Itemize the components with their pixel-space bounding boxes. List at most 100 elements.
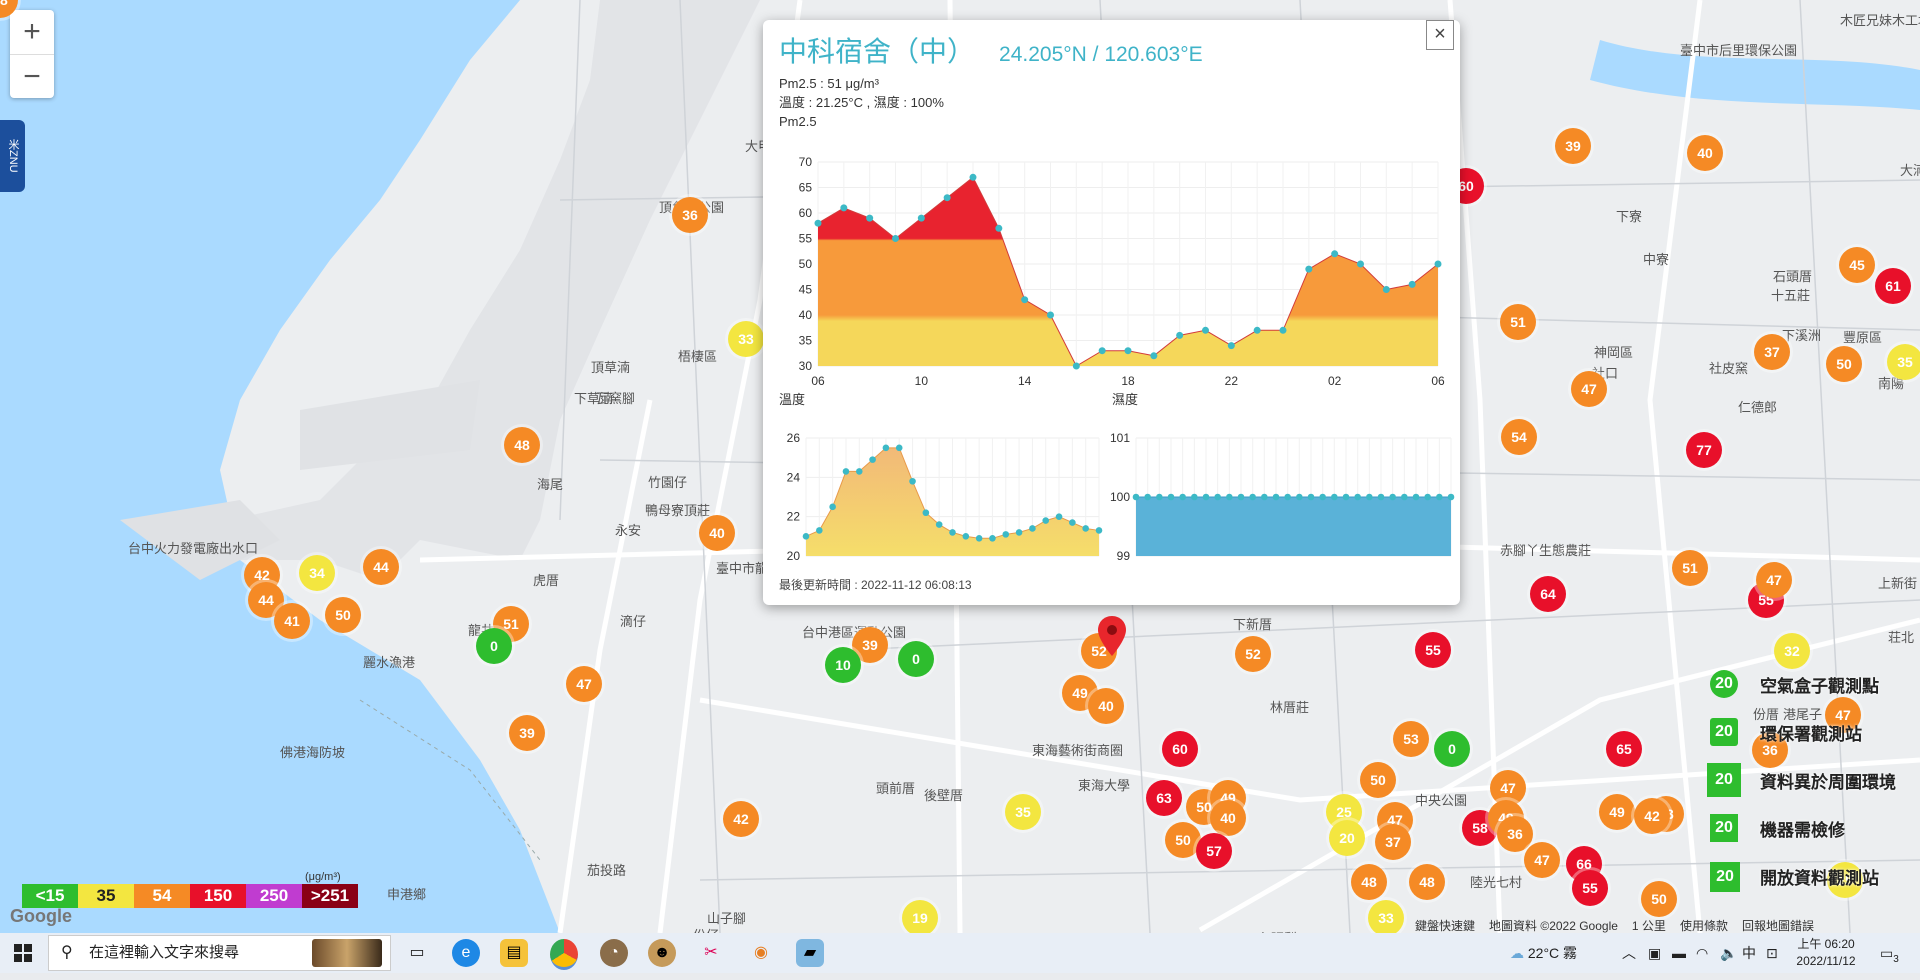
air-quality-marker[interactable]: 20 [1329, 820, 1365, 856]
air-quality-marker[interactable]: 47 [566, 666, 602, 702]
weather-widget[interactable]: ☁ 22°C 霧 [1510, 933, 1577, 973]
tChart-point[interactable] [855, 468, 863, 475]
air-quality-marker[interactable]: 57 [1196, 833, 1232, 869]
air-quality-marker[interactable]: 42 [723, 801, 759, 837]
tChart-point[interactable] [1042, 517, 1050, 524]
pm25-point[interactable] [1072, 362, 1080, 370]
hChart-point[interactable] [1354, 493, 1361, 501]
hChart-point[interactable] [1447, 493, 1455, 501]
hChart-point[interactable] [1261, 493, 1268, 501]
ime-indicator[interactable]: 中 [1742, 933, 1756, 973]
hChart-point[interactable] [1424, 493, 1431, 501]
pm25-point[interactable] [1098, 347, 1106, 355]
tChart-point[interactable] [989, 535, 996, 542]
app-window-icon[interactable]: ▰ [796, 939, 824, 967]
hChart-point[interactable] [1412, 493, 1420, 501]
attribution-item[interactable]: 鍵盤快速鍵 [1415, 919, 1475, 933]
pm25-point[interactable] [814, 219, 822, 227]
air-quality-marker[interactable]: 44 [363, 549, 399, 585]
air-quality-marker[interactable]: 64 [1530, 576, 1566, 612]
tChart-point[interactable] [1095, 527, 1103, 534]
hChart-point[interactable] [1249, 493, 1256, 501]
volume-icon[interactable]: 🔈 [1720, 933, 1737, 973]
air-quality-marker[interactable]: 47 [1756, 562, 1792, 598]
tChart-point[interactable] [869, 456, 876, 463]
compass-app-icon[interactable]: ◔ [600, 939, 628, 967]
air-quality-marker[interactable]: 61 [1875, 268, 1911, 304]
battery-icon[interactable]: ▬ [1672, 933, 1686, 973]
air-quality-marker[interactable]: 0 [1434, 731, 1470, 767]
pm25-point[interactable] [995, 224, 1003, 232]
air-quality-marker[interactable]: 47 [1524, 842, 1560, 878]
air-quality-marker[interactable]: 33 [1368, 900, 1404, 933]
tChart-point[interactable] [816, 527, 823, 534]
air-quality-marker[interactable]: 35 [1887, 344, 1920, 380]
windows-start-icon[interactable] [14, 944, 32, 962]
hChart-point[interactable] [1144, 493, 1151, 501]
pm25-point[interactable] [1124, 347, 1132, 355]
hChart-point[interactable] [1331, 493, 1338, 501]
tChart-point[interactable] [935, 521, 943, 528]
air-quality-marker[interactable]: 0 [476, 628, 512, 664]
pm25-point[interactable] [969, 173, 977, 181]
air-quality-marker[interactable]: 37 [1754, 334, 1790, 370]
air-quality-marker[interactable]: 55 [1415, 632, 1451, 668]
hChart-point[interactable] [1342, 493, 1350, 501]
air-quality-marker[interactable]: 10 [825, 647, 861, 683]
hChart-point[interactable] [1319, 493, 1326, 501]
task-view-icon[interactable]: ▭ [403, 939, 431, 967]
hChart-point[interactable] [1167, 493, 1175, 501]
pm25-point[interactable] [1279, 326, 1287, 334]
pm25-point[interactable] [1227, 342, 1235, 350]
eye-app-icon[interactable]: ◉ [747, 939, 775, 967]
air-quality-marker[interactable]: 34 [299, 555, 335, 591]
location-pin-icon[interactable] [1098, 616, 1126, 656]
hChart-point[interactable] [1401, 493, 1408, 501]
map[interactable]: + − 米ZNU 台中火力發電廠出水口 龍井 海尾 梧棲區 頂草湳 下草湳 瓦窯腳 竹園仔 鴨母… [0, 0, 1920, 933]
wifi-icon[interactable]: ◠ [1696, 933, 1708, 973]
attribution-item[interactable]: 地圖資料 ©2022 Google [1489, 919, 1618, 933]
zoom-in-button[interactable]: + [10, 10, 54, 55]
hChart-point[interactable] [1191, 493, 1198, 501]
show-hidden-icons-chevron-icon[interactable]: ︿ [1622, 933, 1636, 973]
air-quality-marker[interactable]: 41 [274, 603, 310, 639]
air-quality-marker[interactable]: 52 [1235, 636, 1271, 672]
pm25-point[interactable] [1408, 280, 1416, 288]
air-quality-marker[interactable]: 35 [1005, 794, 1041, 830]
air-quality-marker[interactable]: 40 [1687, 135, 1723, 171]
tChart-point[interactable] [829, 503, 836, 511]
pm25-point[interactable] [1434, 260, 1442, 268]
hChart-point[interactable] [1214, 493, 1221, 501]
hChart-point[interactable] [1132, 493, 1140, 501]
hChart-point[interactable] [1272, 493, 1280, 501]
hChart-point[interactable] [1156, 493, 1163, 501]
air-quality-marker[interactable]: 19 [902, 900, 938, 933]
air-quality-marker[interactable]: 51 [1672, 550, 1708, 586]
air-quality-marker[interactable]: 36 [672, 197, 708, 233]
hChart-point[interactable] [1389, 493, 1396, 501]
air-quality-marker[interactable]: 65 [1606, 731, 1642, 767]
air-quality-marker[interactable]: 55 [1572, 870, 1608, 906]
air-quality-marker[interactable]: 32 [1774, 633, 1810, 669]
air-quality-marker[interactable]: 50 [1641, 881, 1677, 917]
tChart-point[interactable] [1002, 531, 1010, 538]
pm25-point[interactable] [1253, 326, 1261, 334]
air-quality-marker[interactable]: 50 [1826, 346, 1862, 382]
tChart-point[interactable] [962, 533, 970, 540]
air-quality-marker[interactable]: 39 [1555, 128, 1591, 164]
air-quality-marker[interactable]: 54 [1501, 419, 1537, 455]
tChart-point[interactable] [1015, 529, 1023, 536]
pm25-point[interactable] [840, 204, 848, 212]
pm25-point[interactable] [1021, 296, 1029, 304]
air-quality-marker[interactable]: 37 [1375, 824, 1411, 860]
air-quality-marker[interactable]: 33 [728, 321, 764, 357]
close-button[interactable]: × [1426, 20, 1454, 50]
pm25-point[interactable] [1202, 326, 1209, 334]
hChart-point[interactable] [1226, 493, 1233, 501]
edge-browser-icon[interactable]: e [452, 939, 480, 967]
tChart-point[interactable] [895, 444, 903, 452]
pm25-point[interactable] [1357, 260, 1364, 268]
tChart-point[interactable] [1069, 519, 1076, 526]
hChart-point[interactable] [1436, 493, 1443, 501]
air-quality-marker[interactable]: 53 [1393, 721, 1429, 757]
